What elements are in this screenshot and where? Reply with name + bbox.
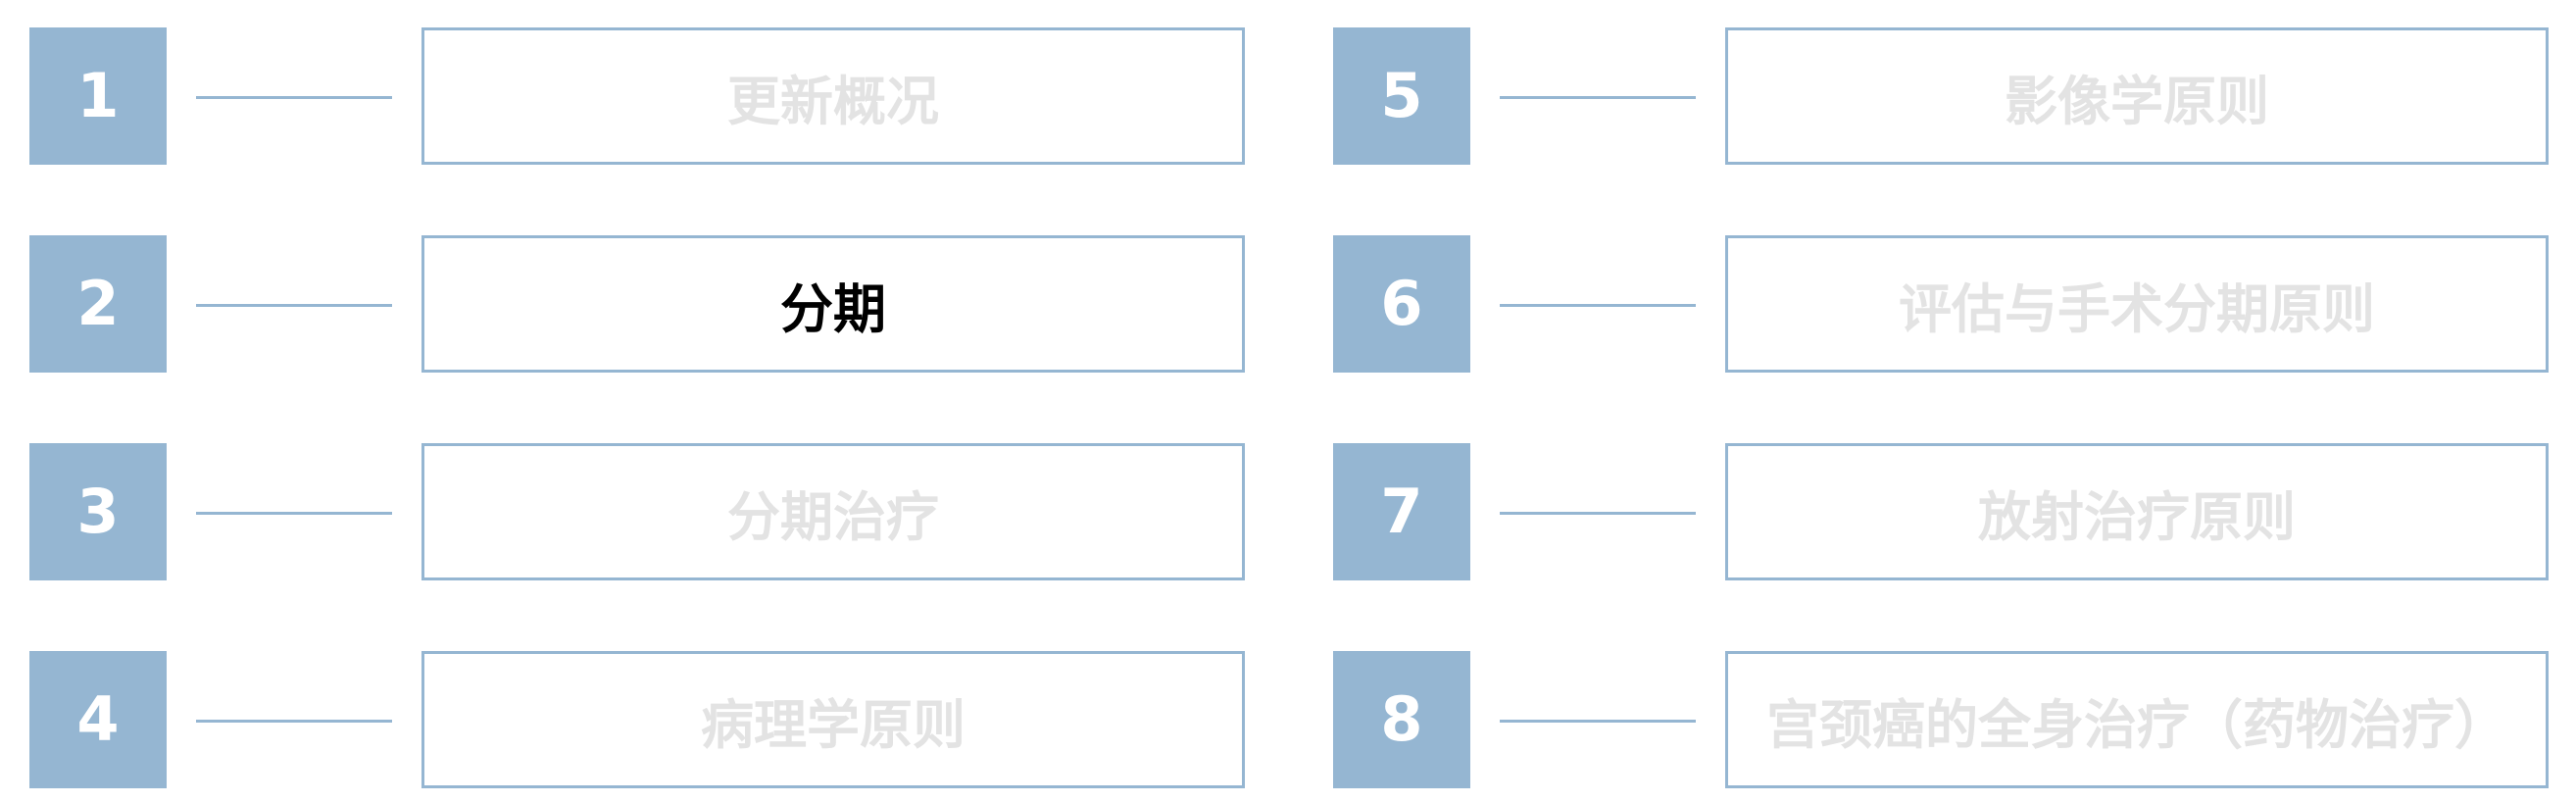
menu-item-5[interactable]: 5 影像学原则 xyxy=(1333,27,2576,165)
connector-line xyxy=(196,512,392,515)
menu-item-3[interactable]: 3 分期治疗 xyxy=(29,443,1294,580)
connector-line xyxy=(1500,720,1696,723)
menu-item-4[interactable]: 4 病理学原则 xyxy=(29,651,1294,788)
connector-line xyxy=(1500,304,1696,307)
connector-line xyxy=(196,96,392,99)
menu-number-badge: 6 xyxy=(1333,235,1470,373)
connector-line xyxy=(1500,96,1696,99)
menu-label-box[interactable]: 病理学原则 xyxy=(421,651,1245,788)
menu-item-6[interactable]: 6 评估与手术分期原则 xyxy=(1333,235,2576,373)
menu-item-8[interactable]: 8 宫颈癌的全身治疗（药物治疗） xyxy=(1333,651,2576,788)
menu-number-badge: 1 xyxy=(29,27,167,165)
menu-label-box-active[interactable]: 分期 xyxy=(421,235,1245,373)
menu-number-badge: 4 xyxy=(29,651,167,788)
menu-number-badge: 5 xyxy=(1333,27,1470,165)
menu-label-box[interactable]: 宫颈癌的全身治疗（药物治疗） xyxy=(1725,651,2549,788)
connector-line xyxy=(196,304,392,307)
menu-item-7[interactable]: 7 放射治疗原则 xyxy=(1333,443,2576,580)
menu-number-badge: 8 xyxy=(1333,651,1470,788)
connector-line xyxy=(196,720,392,723)
menu-number-badge: 2 xyxy=(29,235,167,373)
menu-label-box[interactable]: 评估与手术分期原则 xyxy=(1725,235,2549,373)
menu-item-1[interactable]: 1 更新概况 xyxy=(29,27,1294,165)
connector-line xyxy=(1500,512,1696,515)
menu-label-box[interactable]: 影像学原则 xyxy=(1725,27,2549,165)
menu-label-box[interactable]: 更新概况 xyxy=(421,27,1245,165)
menu-item-2[interactable]: 2 分期 xyxy=(29,235,1294,373)
menu-number-badge: 3 xyxy=(29,443,167,580)
menu-label-box[interactable]: 分期治疗 xyxy=(421,443,1245,580)
menu-label-box[interactable]: 放射治疗原则 xyxy=(1725,443,2549,580)
menu-number-badge: 7 xyxy=(1333,443,1470,580)
